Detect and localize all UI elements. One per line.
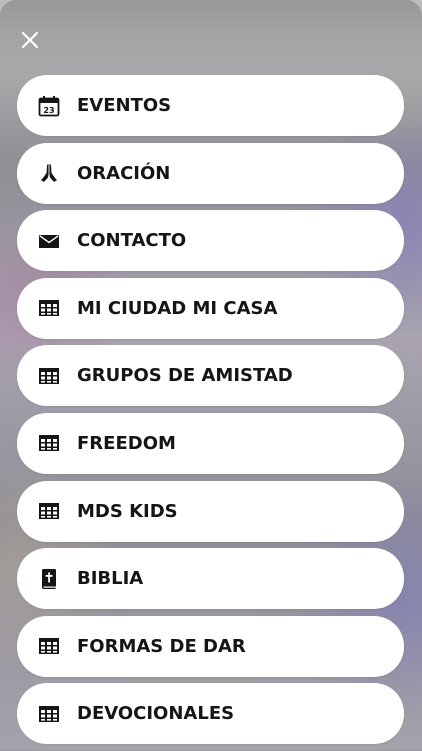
menu-item-grupos-de-amistad[interactable]: GRUPOS DE AMISTAD bbox=[17, 345, 404, 407]
menu-item-mi-ciudad-mi-casa[interactable]: MI CIUDAD MI CASA bbox=[17, 277, 404, 339]
table-icon bbox=[37, 364, 61, 388]
menu-item-label: FORMAS DE DAR bbox=[77, 635, 246, 657]
menu-item-formas-de-dar[interactable]: FORMAS DE DAR bbox=[17, 615, 404, 677]
close-button[interactable] bbox=[18, 28, 42, 52]
menu-list: 23 EVENTOS ORACIÓN CONTACTO MI CIUDAD MI… bbox=[17, 75, 404, 751]
menu-item-label: FREEDOM bbox=[77, 432, 176, 454]
header-area bbox=[0, 0, 422, 70]
table-icon bbox=[37, 702, 61, 726]
menu-item-eventos[interactable]: 23 EVENTOS bbox=[17, 75, 404, 136]
menu-item-freedom[interactable]: FREEDOM bbox=[17, 412, 404, 474]
menu-item-label: DEVOCIONALES bbox=[77, 703, 235, 725]
table-icon bbox=[37, 499, 61, 523]
menu-item-label: CONTACTO bbox=[77, 230, 187, 252]
close-icon bbox=[21, 31, 39, 49]
praying-hands-icon bbox=[37, 161, 61, 185]
calendar-icon-day: 23 bbox=[43, 106, 54, 115]
menu-item-biblia[interactable]: BIBLIA bbox=[17, 548, 404, 610]
menu-item-label: BIBLIA bbox=[77, 568, 144, 590]
menu-item-label: EVENTOS bbox=[77, 95, 172, 116]
menu-item-label: MDS KIDS bbox=[77, 500, 178, 522]
menu-item-label: MI CIUDAD MI CASA bbox=[77, 297, 278, 319]
menu-item-oracion[interactable]: ORACIÓN bbox=[17, 142, 404, 204]
bible-icon bbox=[37, 567, 61, 591]
calendar-icon: 23 bbox=[37, 94, 61, 118]
menu-item-mds-kids[interactable]: MDS KIDS bbox=[17, 480, 404, 542]
table-icon bbox=[37, 431, 61, 455]
table-icon bbox=[37, 634, 61, 658]
menu-item-contacto[interactable]: CONTACTO bbox=[17, 210, 404, 272]
table-icon bbox=[37, 296, 61, 320]
envelope-icon bbox=[37, 229, 61, 253]
menu-item-label: ORACIÓN bbox=[77, 162, 171, 184]
menu-item-label: GRUPOS DE AMISTAD bbox=[77, 365, 293, 387]
menu-item-devocionales[interactable]: DEVOCIONALES bbox=[17, 683, 404, 745]
